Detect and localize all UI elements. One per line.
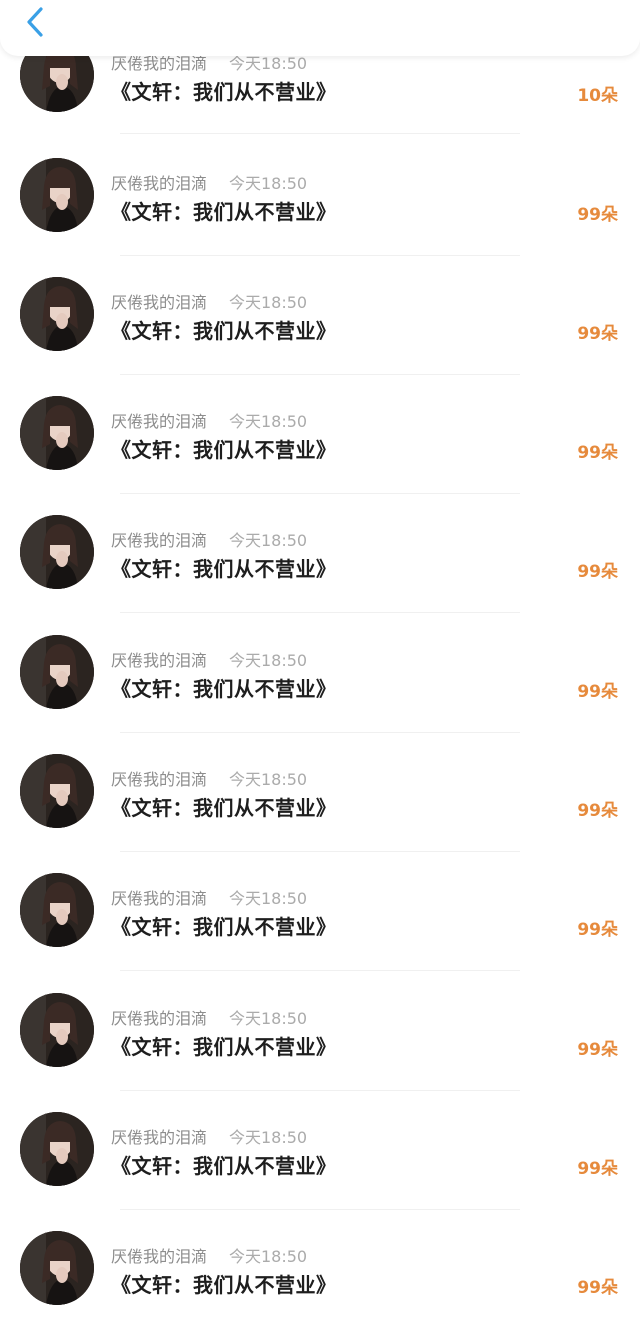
item-title: 《文轩：我们从不营业》 [111,1154,337,1178]
flower-count: 99朵 [577,205,618,225]
item-title: 《文轩：我们从不营业》 [111,796,337,820]
divider [120,611,520,613]
divider [120,132,520,134]
divider [120,1208,520,1210]
list-item[interactable]: 厌倦我的泪滴 今天18:50 《文轩：我们从不营业》 99朵 [0,277,640,397]
item-title: 《文轩：我们从不营业》 [111,915,337,939]
avatar[interactable] [20,515,94,589]
sender-name: 厌倦我的泪滴 [111,1009,208,1028]
top-bar [0,0,640,56]
list-item[interactable]: 厌倦我的泪滴 今天18:50 《文轩：我们从不营业》 99朵 [0,396,640,516]
avatar[interactable] [20,1112,94,1186]
flower-count: 99朵 [577,1159,618,1179]
divider [120,850,520,852]
item-title: 《文轩：我们从不营业》 [111,1273,337,1297]
list-item[interactable]: 厌倦我的泪滴 今天18:50 《文轩：我们从不营业》 99朵 [0,993,640,1113]
send-time: 今天18:50 [229,531,308,550]
flower-count: 99朵 [577,1278,618,1298]
flower-count: 99朵 [577,801,618,821]
sender-name: 厌倦我的泪滴 [111,770,208,789]
avatar[interactable] [20,396,94,470]
flower-count: 99朵 [577,443,618,463]
avatar[interactable] [20,754,94,828]
send-time: 今天18:50 [229,1247,308,1266]
send-time: 今天18:50 [229,1009,308,1028]
divider [120,731,520,733]
list-item[interactable]: 厌倦我的泪滴 今天18:50 《文轩：我们从不营业》 99朵 [0,1112,640,1232]
sender-name: 厌倦我的泪滴 [111,651,208,670]
divider [120,492,520,494]
back-button[interactable] [18,4,54,40]
list-item[interactable]: 厌倦我的泪滴 今天18:50 《文轩：我们从不营业》 99朵 [0,754,640,874]
list-item[interactable]: 厌倦我的泪滴 今天18:50 《文轩：我们从不营业》 99朵 [0,515,640,635]
list-item[interactable]: 厌倦我的泪滴 今天18:50 《文轩：我们从不营业》 10朵 [0,38,640,168]
item-title: 《文轩：我们从不营业》 [111,80,337,104]
send-time: 今天18:50 [229,293,308,312]
send-time: 今天18:50 [229,651,308,670]
flower-count: 99朵 [577,920,618,940]
avatar[interactable] [20,635,94,709]
flower-count: 10朵 [577,86,618,106]
avatar[interactable] [20,1231,94,1305]
chevron-left-icon [27,7,43,37]
list-item[interactable]: 厌倦我的泪滴 今天18:50 《文轩：我们从不营业》 99朵 [0,635,640,755]
list-item[interactable]: 厌倦我的泪滴 今天18:50 《文轩：我们从不营业》 99朵 [0,158,640,278]
divider [120,969,520,971]
avatar[interactable] [20,277,94,351]
item-title: 《文轩：我们从不营业》 [111,557,337,581]
divider [120,254,520,256]
item-title: 《文轩：我们从不营业》 [111,200,337,224]
avatar[interactable] [20,158,94,232]
sender-name: 厌倦我的泪滴 [111,1128,208,1147]
avatar[interactable] [20,873,94,947]
sender-name: 厌倦我的泪滴 [111,1247,208,1266]
sender-name: 厌倦我的泪滴 [111,531,208,550]
avatar[interactable] [20,993,94,1067]
send-time: 今天18:50 [229,1128,308,1147]
list-item[interactable]: 厌倦我的泪滴 今天18:50 《文轩：我们从不营业》 99朵 [0,1231,640,1317]
item-title: 《文轩：我们从不营业》 [111,319,337,343]
divider [120,1089,520,1091]
flower-count: 99朵 [577,562,618,582]
send-time: 今天18:50 [229,174,308,193]
flower-count: 99朵 [577,682,618,702]
item-title: 《文轩：我们从不营业》 [111,438,337,462]
item-title: 《文轩：我们从不营业》 [111,677,337,701]
gift-record-page: 厌倦我的泪滴 今天18:50 《文轩：我们从不营业》 10朵 厌倦我的泪滴 今天… [0,0,640,1317]
send-time: 今天18:50 [229,770,308,789]
list-item[interactable]: 厌倦我的泪滴 今天18:50 《文轩：我们从不营业》 99朵 [0,873,640,993]
flower-count: 99朵 [577,324,618,344]
item-title: 《文轩：我们从不营业》 [111,1035,337,1059]
sender-name: 厌倦我的泪滴 [111,174,208,193]
send-time: 今天18:50 [229,412,308,431]
sender-name: 厌倦我的泪滴 [111,293,208,312]
send-time: 今天18:50 [229,889,308,908]
sender-name: 厌倦我的泪滴 [111,889,208,908]
sender-name: 厌倦我的泪滴 [111,412,208,431]
divider [120,373,520,375]
flower-count: 99朵 [577,1040,618,1060]
